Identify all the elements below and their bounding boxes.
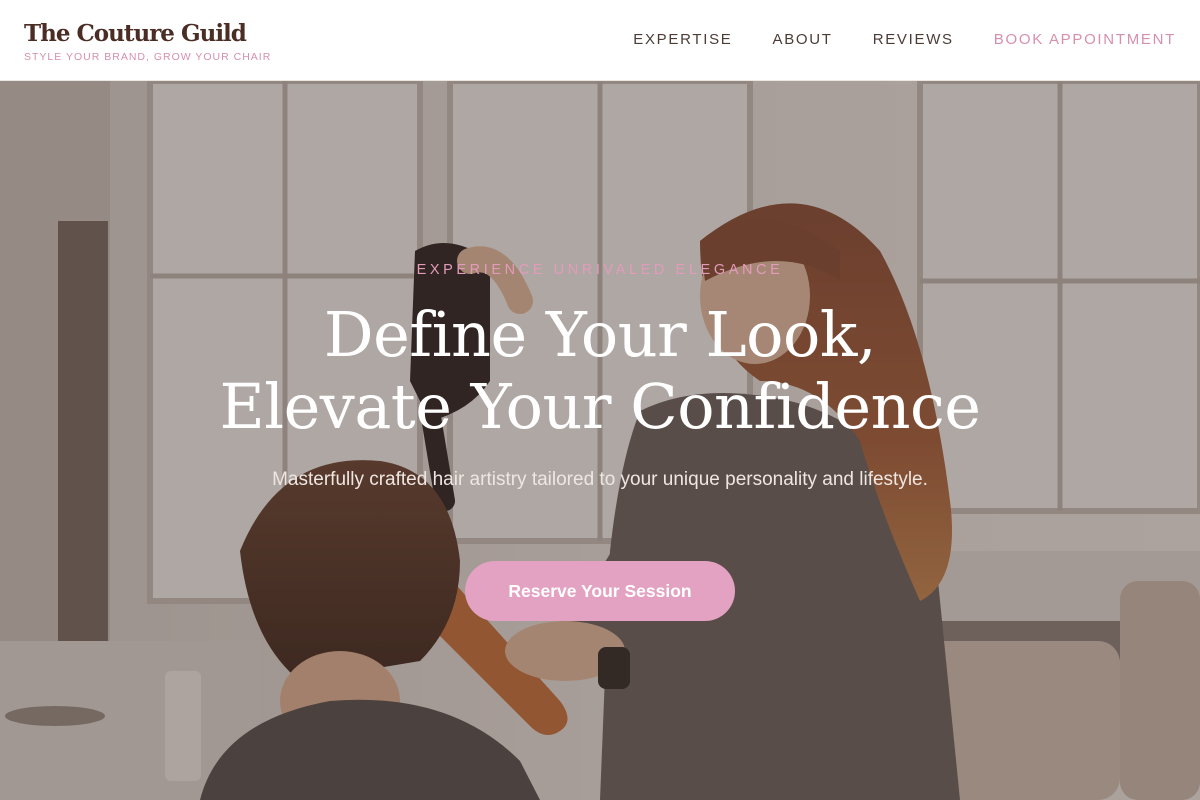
nav-link-reviews[interactable]: REVIEWS: [873, 28, 954, 52]
site-header: The Couture Guild STYLE YOUR BRAND, GROW…: [0, 0, 1200, 81]
hero-title-line-2: Elevate Your Confidence: [219, 370, 981, 443]
nav-link-book-appointment[interactable]: BOOK APPOINTMENT: [994, 28, 1176, 52]
reserve-session-button[interactable]: Reserve Your Session: [465, 561, 735, 621]
brand[interactable]: The Couture Guild STYLE YOUR BRAND, GROW…: [24, 19, 271, 64]
hero-title: Define Your Look, Elevate Your Confidenc…: [0, 299, 1200, 443]
nav-link-about[interactable]: ABOUT: [773, 28, 833, 52]
main-nav: EXPERTISE ABOUT REVIEWS BOOK APPOINTMENT: [633, 28, 1176, 52]
brand-name[interactable]: The Couture Guild: [24, 19, 271, 49]
brand-tagline: STYLE YOUR BRAND, GROW YOUR CHAIR: [24, 51, 272, 63]
hero-section: EXPERIENCE UNRIVALED ELEGANCE Define You…: [0, 81, 1200, 800]
hero-eyebrow: EXPERIENCE UNRIVALED ELEGANCE: [416, 262, 784, 278]
nav-link-expertise[interactable]: EXPERTISE: [633, 28, 732, 52]
hero-subtitle: Masterfully crafted hair artistry tailor…: [272, 469, 928, 490]
hero-title-line-1: Define Your Look,: [323, 298, 877, 371]
